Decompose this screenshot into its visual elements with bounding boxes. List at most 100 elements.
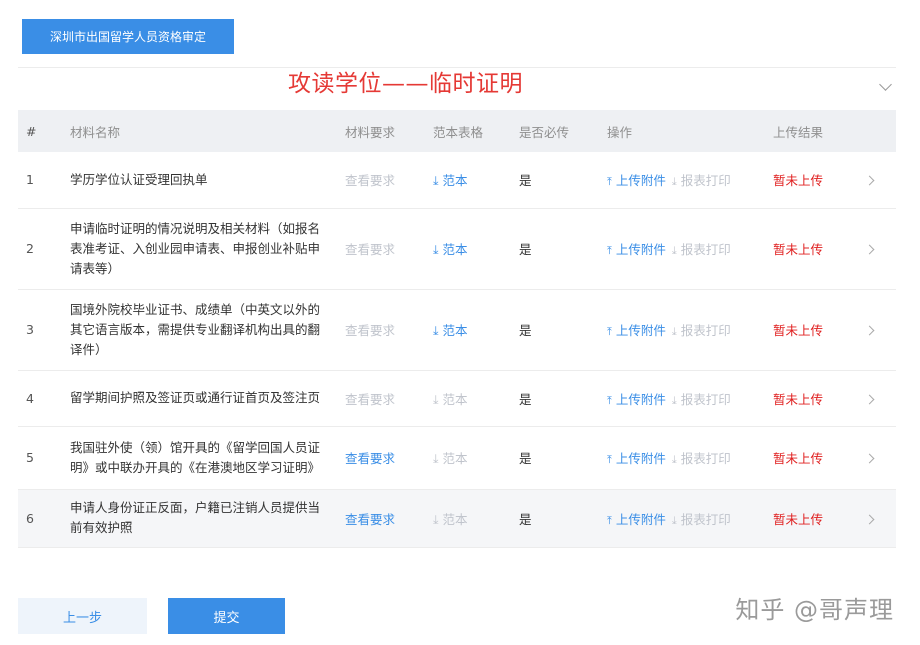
upload-attachment-button[interactable]: ⤒ 上传附件	[607, 242, 666, 257]
row-expand[interactable]	[864, 489, 896, 548]
print-report-button: ⤓ 报表打印	[672, 451, 731, 466]
view-requirement-link[interactable]: 查看要求	[345, 426, 433, 490]
upload-attachment-button[interactable]: ⤒ 上传附件	[607, 323, 666, 338]
upload-icon: ⤒	[607, 325, 612, 338]
upload-status: 暂未上传	[773, 208, 866, 290]
row-expand[interactable]	[864, 370, 896, 427]
upload-attachment-button[interactable]: ⤒ 上传附件	[607, 392, 666, 407]
upload-status: 暂未上传	[773, 489, 866, 548]
template-label: 范本	[442, 173, 468, 189]
template-label: 范本	[442, 451, 468, 466]
download-icon: ⤓	[433, 242, 439, 257]
material-name: 我国驻外使（领）馆开具的《留学回国人员证明》或中联办开具的《在港澳地区学习证明》	[70, 426, 345, 490]
print-report-button: ⤓ 报表打印	[672, 242, 731, 257]
upload-label: 上传附件	[615, 242, 666, 257]
chevron-right-icon	[864, 244, 875, 255]
template-link[interactable]: ⤓ 范本	[433, 289, 519, 371]
table-row: 3 国境外院校毕业证书、成绩单（中英文以外的其它语言版本，需提供专业翻译机构出具的…	[18, 289, 896, 371]
row-index: 1	[18, 152, 70, 209]
download-icon: ⤓	[671, 453, 677, 466]
operations: ⤒ 上传附件 ⤓ 报表打印	[607, 152, 773, 209]
required-flag: 是	[519, 208, 607, 290]
print-label: 报表打印	[680, 323, 731, 338]
operations: ⤒ 上传附件 ⤓ 报表打印	[607, 489, 773, 548]
upload-attachment-button[interactable]: ⤒ 上传附件	[607, 173, 666, 188]
row-expand[interactable]	[864, 208, 896, 290]
upload-status: 暂未上传	[773, 152, 866, 209]
material-name: 申请人身份证正反面，户籍已注销人员提供当前有效护照	[70, 489, 345, 548]
chevron-right-icon	[864, 175, 875, 186]
col-requirement: 材料要求	[345, 124, 396, 140]
prev-step-button[interactable]: 上一步	[18, 598, 147, 634]
print-label: 报表打印	[680, 391, 731, 407]
template-link[interactable]: ⤓ 范本	[433, 208, 519, 290]
required-flag: 是	[519, 289, 607, 371]
upload-icon: ⤒	[607, 244, 612, 257]
upload-status: 暂未上传	[773, 289, 866, 371]
chevron-right-icon	[864, 325, 875, 336]
view-requirement-link: 查看要求	[345, 289, 433, 371]
col-index: #	[26, 123, 37, 139]
template-label: 范本	[442, 511, 468, 527]
template-link: ⤓ 范本	[433, 370, 519, 427]
chevron-right-icon	[864, 514, 875, 524]
overlay-title: 攻读学位——临时证明	[288, 71, 523, 97]
chevron-right-icon	[864, 394, 875, 404]
download-icon: ⤓	[433, 323, 439, 338]
view-requirement-link: 查看要求	[345, 208, 433, 290]
required-flag: 是	[519, 426, 607, 490]
upload-label: 上传附件	[615, 511, 666, 527]
upload-icon: ⤒	[607, 453, 612, 466]
col-operations: 操作	[607, 124, 633, 140]
upload-icon: ⤒	[607, 393, 612, 407]
print-report-button: ⤓ 报表打印	[672, 392, 731, 407]
col-expand	[866, 110, 896, 152]
upload-attachment-button[interactable]: ⤒ 上传附件	[607, 451, 666, 466]
row-index: 2	[18, 208, 70, 290]
template-label: 范本	[442, 323, 468, 338]
row-index: 6	[18, 489, 70, 548]
tab-qualification-review[interactable]: 深圳市出国留学人员资格审定	[22, 19, 234, 54]
view-requirement-link: 查看要求	[345, 370, 433, 427]
row-expand[interactable]	[864, 289, 896, 371]
upload-label: 上传附件	[615, 173, 666, 189]
download-icon: ⤓	[671, 325, 677, 338]
upload-icon: ⤒	[607, 513, 612, 527]
print-report-button: ⤓ 报表打印	[672, 512, 731, 527]
template-link: ⤓ 范本	[433, 489, 519, 548]
chevron-down-icon[interactable]	[879, 78, 892, 91]
table-row: 5 我国驻外使（领）馆开具的《留学回国人员证明》或中联办开具的《在港澳地区学习证明…	[18, 426, 896, 490]
print-label: 报表打印	[680, 173, 731, 189]
table-row: 1 学历学位认证受理回执单 查看要求 ⤓ 范本是 ⤒ 上传附件 ⤓ 报表打印 暂未上传	[18, 152, 896, 209]
print-label: 报表打印	[680, 242, 731, 257]
upload-label: 上传附件	[615, 391, 666, 407]
table-header-row: # 材料名称 材料要求 范本表格 是否必传 操作 上传结果	[18, 110, 896, 152]
row-index: 5	[18, 426, 70, 490]
upload-status: 暂未上传	[773, 426, 866, 490]
required-flag: 是	[519, 489, 607, 548]
upload-label: 上传附件	[615, 323, 666, 338]
download-icon: ⤓	[433, 173, 439, 189]
operations: ⤒ 上传附件 ⤓ 报表打印	[607, 208, 773, 290]
print-report-button: ⤓ 报表打印	[672, 173, 731, 188]
template-link[interactable]: ⤓ 范本	[433, 152, 519, 209]
submit-button[interactable]: 提交	[168, 598, 285, 634]
row-index: 3	[18, 289, 70, 371]
print-label: 报表打印	[680, 451, 731, 466]
template-label: 范本	[442, 242, 468, 257]
upload-label: 上传附件	[615, 451, 666, 466]
template-link: ⤓ 范本	[433, 426, 519, 490]
row-expand[interactable]	[864, 426, 896, 490]
operations: ⤒ 上传附件 ⤓ 报表打印	[607, 370, 773, 427]
upload-attachment-button[interactable]: ⤒ 上传附件	[607, 512, 666, 527]
row-expand[interactable]	[864, 152, 896, 209]
download-icon: ⤓	[671, 513, 677, 527]
download-icon: ⤓	[433, 451, 439, 466]
download-icon: ⤓	[671, 175, 677, 189]
col-upload-result: 上传结果	[773, 124, 824, 140]
material-name: 申请临时证明的情况说明及相关材料（如报名表准考证、入创业园申请表、申报创业补贴申…	[70, 208, 345, 290]
view-requirement-link[interactable]: 查看要求	[345, 489, 433, 548]
print-report-button: ⤓ 报表打印	[672, 323, 731, 338]
chevron-right-icon	[864, 453, 875, 464]
watermark: 知乎 @哥声理	[735, 596, 894, 624]
